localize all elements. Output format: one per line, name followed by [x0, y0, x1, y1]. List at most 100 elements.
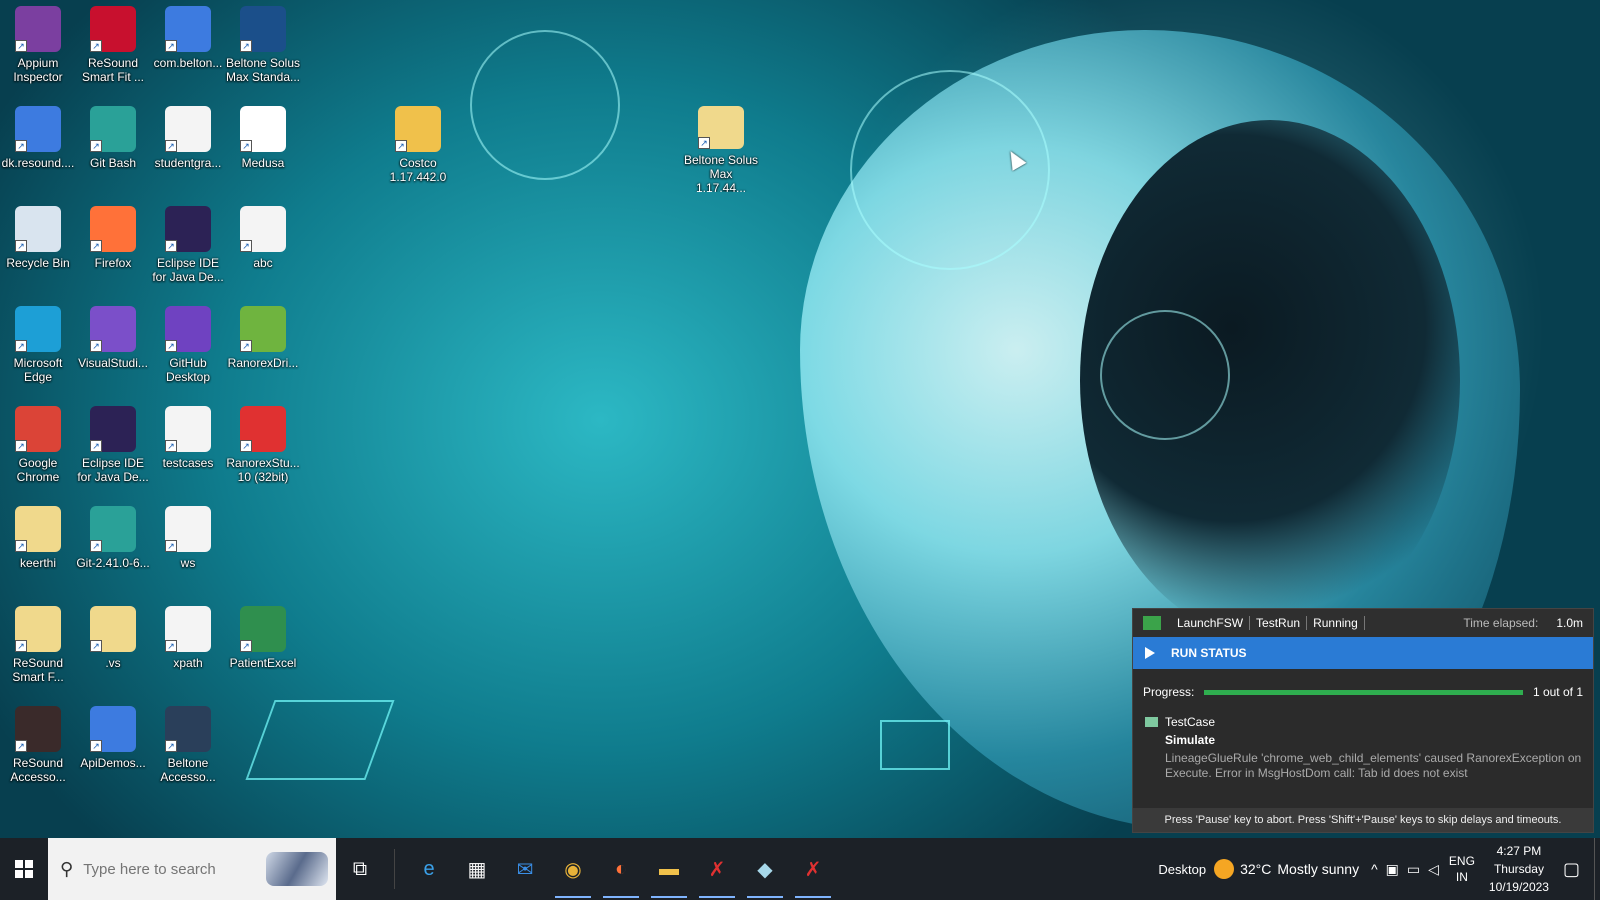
wallpaper-hex [880, 720, 950, 770]
network-icon[interactable]: ▭ [1407, 861, 1420, 878]
desktop-icon[interactable]: ↗ Costco 1.17.442.0 [380, 100, 456, 192]
desktop-icon[interactable]: ↗ Git Bash [75, 100, 151, 192]
desktop-icon[interactable]: ↗ Eclipse IDE for Java De... [150, 200, 226, 292]
desktop-icon[interactable]: ↗ Firefox [75, 200, 151, 292]
desktop-icon[interactable]: ↗ ReSound Accesso... [0, 700, 76, 792]
desktop-icon-label: Beltone Solus Max Standa... [225, 56, 301, 84]
shortcut-arrow-icon: ↗ [240, 340, 252, 352]
system-tray: ^ ▣ ▭ ◁ [1371, 861, 1439, 878]
desktop-icon[interactable]: ↗ keerthi [0, 500, 76, 592]
desktop-icon[interactable]: ↗ Recycle Bin [0, 200, 76, 292]
run-status-toggle[interactable]: RUN STATUS [1133, 637, 1593, 669]
desktop-icon-label: RanorexDri... [227, 356, 299, 370]
clock[interactable]: 4:27 PM Thursday 10/19/2023 [1489, 842, 1549, 896]
shortcut-arrow-icon: ↗ [240, 140, 252, 152]
desktop-icon-label: Git Bash [89, 156, 137, 170]
desktop-icon-label: VisualStudi... [78, 356, 148, 370]
error-message: LineageGlueRule 'chrome_web_child_elemen… [1165, 751, 1582, 780]
microsoft-store-icon: ▦ [467, 858, 487, 881]
progress-row: Progress: 1 out of 1 [1133, 669, 1593, 707]
volume-icon[interactable]: ◁ [1428, 861, 1439, 878]
edge-icon: e [423, 857, 435, 880]
desktop-icon[interactable]: ↗ Appium Inspector [0, 0, 76, 92]
notification-icon[interactable]: ▢ [1563, 859, 1580, 880]
desktop-icon[interactable]: ↗ Beltone Solus Max 1.17.44... [683, 100, 759, 192]
desktop-icon[interactable]: ↗ Beltone Accesso... [150, 700, 226, 792]
desktop-icon[interactable]: ↗ GitHub Desktop [150, 300, 226, 392]
language-indicator[interactable]: ENG IN [1449, 853, 1475, 885]
taskbar-separator [394, 849, 395, 889]
taskbar-ranorex-tool-button[interactable]: ◆ [741, 838, 789, 900]
clock-time: 4:27 PM [1496, 844, 1542, 858]
desktop-icon[interactable]: ↗ .vs [75, 600, 151, 692]
start-button[interactable] [0, 838, 48, 900]
taskbar-ranorex-studio-button[interactable]: ✗ [693, 838, 741, 900]
taskbar-file-explorer-button[interactable]: ▬ [645, 838, 693, 900]
taskbar-chrome-button[interactable]: ◉ [549, 838, 597, 900]
desktop-icon[interactable]: ↗ VisualStudi... [75, 300, 151, 392]
firefox-icon: ◐ [614, 857, 628, 880]
mail-icon: ✉ [516, 858, 534, 881]
region-code: IN [1455, 870, 1468, 884]
desktop-icon-label: studentgra... [154, 156, 222, 170]
shortcut-arrow-icon: ↗ [15, 340, 27, 352]
desktop-toolbar[interactable]: Desktop [1158, 862, 1206, 877]
folder-icon: ↗ [698, 106, 744, 149]
chevron-up-icon[interactable]: ^ [1371, 861, 1378, 878]
taskbar-edge-button[interactable]: e [405, 838, 453, 900]
desktop-icon[interactable]: ↗ Medusa [225, 100, 301, 192]
desktop-icon[interactable]: ↗ ApiDemos... [75, 700, 151, 792]
desktop-icon[interactable]: ↗ ReSound Smart Fit ... [75, 0, 151, 92]
text-file-icon: ↗ [165, 106, 211, 152]
show-desktop-button[interactable] [1594, 838, 1600, 900]
desktop-icon[interactable]: ↗ RanorexStu... 10 (32bit) [225, 400, 301, 492]
search-highlight-image [266, 852, 328, 886]
testcase-label: TestCase [1165, 715, 1216, 729]
desktop-icon-label: Eclipse IDE for Java De... [77, 456, 149, 484]
desktop-icon[interactable]: ↗ Beltone Solus Max Standa... [225, 0, 301, 92]
wallpaper-robot-ear [1080, 120, 1460, 640]
search-input[interactable] [83, 860, 254, 878]
desktop-icon[interactable]: ↗ Google Chrome [0, 400, 76, 492]
desktop-icon[interactable]: ↗ com.belton... [150, 0, 226, 92]
desktop-icon-label: ReSound Smart Fit ... [81, 56, 144, 84]
desktop-icon-label: Google Chrome [16, 456, 60, 484]
desktop-icon-label: testcases [162, 456, 214, 470]
task-view-button[interactable]: ⧉ [336, 838, 384, 900]
ranorex-driver-icon: ↗ [240, 306, 286, 352]
desktop-icon-label: Costco 1.17.442.0 [389, 156, 447, 184]
desktop-icon[interactable]: ↗ ReSound Smart F... [0, 600, 76, 692]
desktop-icon[interactable]: ↗ RanorexDri... [225, 300, 301, 392]
desktop-icon-label: Git-2.41.0-6... [76, 556, 150, 570]
patient-excel-icon: ↗ [240, 606, 286, 652]
testcase-icon [1145, 717, 1158, 727]
shortcut-arrow-icon: ↗ [698, 136, 710, 149]
desktop-icon[interactable]: ↗ xpath [150, 600, 226, 692]
desktop-icon[interactable]: ↗ Microsoft Edge [0, 300, 76, 392]
resound-smartfit-icon: ↗ [90, 6, 136, 52]
shortcut-arrow-icon: ↗ [165, 340, 177, 352]
desktop-icon[interactable]: ↗ dk.resound.... [0, 100, 76, 192]
desktop-icon[interactable]: ↗ testcases [150, 400, 226, 492]
taskbar-search[interactable]: ⚲ [48, 838, 336, 900]
run-module-name: LaunchFSW [1171, 616, 1251, 630]
desktop-icon[interactable]: ↗ Git-2.41.0-6... [75, 500, 151, 592]
taskbar-mail-button[interactable]: ✉ [501, 838, 549, 900]
taskbar-firefox-button[interactable]: ◐ [597, 838, 645, 900]
taskbar-ranorex-spy-button[interactable]: ✗ [789, 838, 837, 900]
desktop-icon[interactable]: ↗ studentgra... [150, 100, 226, 192]
shortcut-arrow-icon: ↗ [165, 140, 177, 152]
git-bash-icon: ↗ [90, 106, 136, 152]
desktop-icon[interactable]: ↗ ws [150, 500, 226, 592]
desktop-icon[interactable]: ↗ PatientExcel [225, 600, 301, 692]
desktop-icon[interactable]: ↗ abc [225, 200, 301, 292]
meet-icon[interactable]: ▣ [1386, 861, 1399, 878]
taskbar-microsoft-store-button[interactable]: ▦ [453, 838, 501, 900]
beltone-icon: ↗ [240, 6, 286, 52]
desktop-icon-label: Firefox [94, 256, 132, 270]
shortcut-arrow-icon: ↗ [15, 140, 27, 152]
chrome-icon: ◉ [564, 858, 582, 881]
shortcut-arrow-icon: ↗ [90, 540, 102, 552]
desktop-icon[interactable]: ↗ Eclipse IDE for Java De... [75, 400, 151, 492]
weather-widget[interactable]: 32°C Mostly sunny [1214, 859, 1359, 879]
